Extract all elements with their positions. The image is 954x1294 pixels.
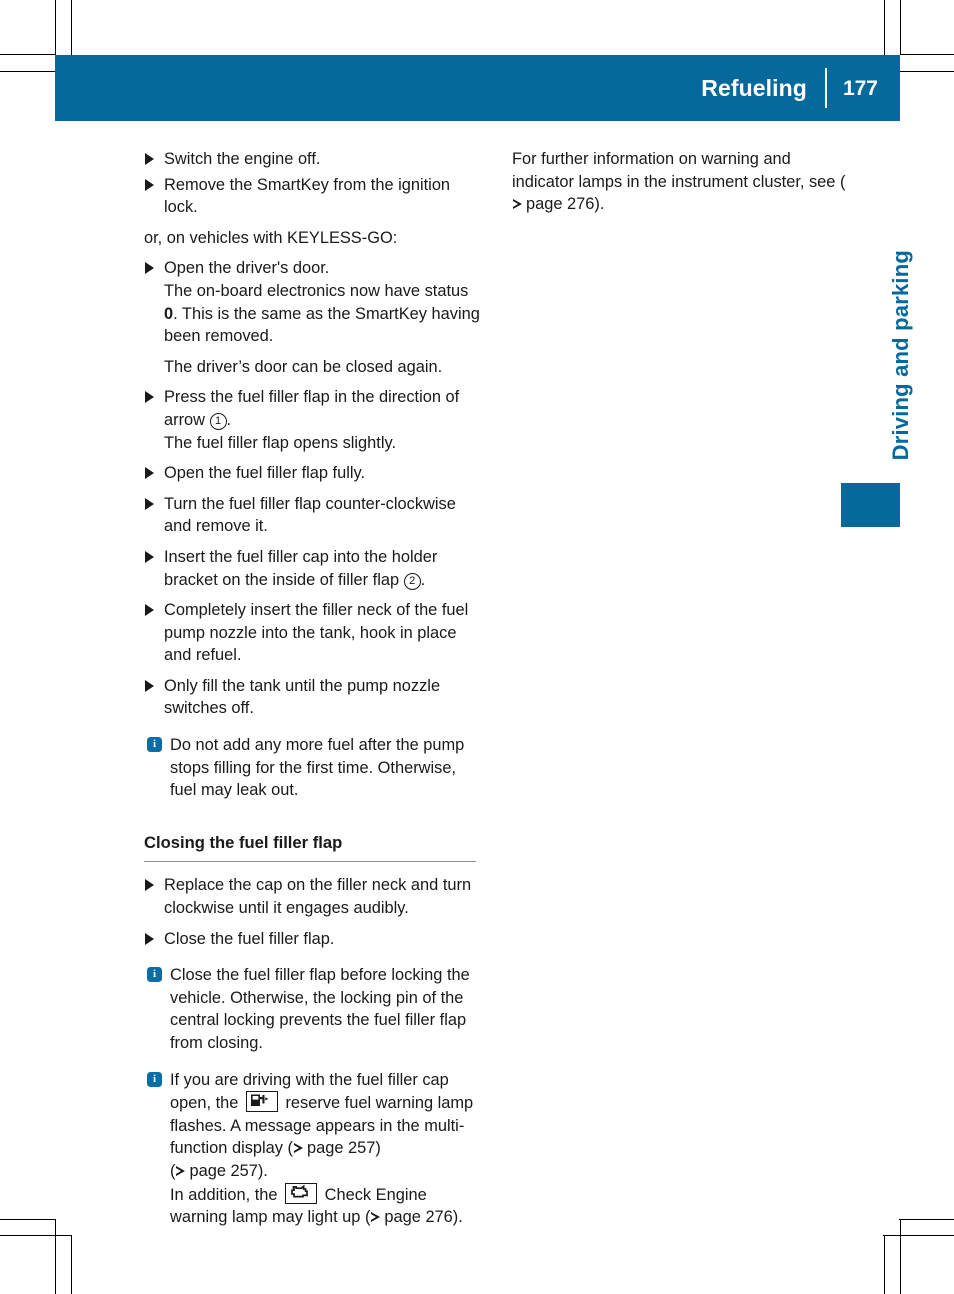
crop-mark-left-bottom-outer [0,1219,56,1220]
crop-mark-bottom-right-inner [884,1235,885,1294]
list-item-label: Switch the engine off. [164,150,321,168]
chapter-tab-marker [841,483,900,527]
page-reference-arrow-icon [176,1165,186,1177]
crop-mark-left-top-outer [0,54,55,55]
paragraph-text-post: ). [594,195,605,214]
triangle-bullet-icon [145,550,154,563]
right-column-paragraph: For further information on warning and i… [512,148,852,216]
list-item-label: Open the driver's door. [164,259,330,278]
crop-mark-right-top-inner [900,71,954,72]
page-reference-1: page 257 [307,1139,376,1158]
list-item-detail: The driver’s door can be closed again. [164,357,443,376]
list-item: Replace the cap on the filler neck and t… [144,874,482,919]
page-reference-arrow-icon [371,1212,381,1223]
triangle-bullet-icon [145,497,154,510]
list-item-label: Only fill the tank until the pump nozzle… [164,676,441,718]
page-reference: page 276 [526,195,595,214]
triangle-bullet-icon [145,879,154,892]
triangle-bullet-icon [145,391,154,404]
info-note-lamps: i If you are driving with the fuel fille… [144,1069,482,1160]
list-item-label-post: . [226,410,232,429]
list-item-label-post: . [420,570,426,589]
reserve-fuel-warning-lamp-icon [245,1091,278,1113]
paren-open: ( [170,1161,176,1180]
note-text-part-4: In addition, the [170,1185,283,1204]
info-icon: i [147,967,162,983]
note-text-part-6: ). [452,1208,463,1227]
crop-mark-right-bottom-outer [899,1219,954,1220]
check-engine-note: In addition, the Check Engine warning la… [144,1182,482,1229]
crop-mark-top-left-outer [55,0,56,55]
crop-mark-top-left-inner [71,0,72,55]
page-header-band: Refueling 177 [55,55,900,121]
list-item: Turn the fuel filler flap counter-clockw… [144,493,482,538]
list-item-label: Turn the fuel filler flap counter-clockw… [164,494,456,536]
triangle-bullet-icon [145,604,154,617]
crop-mark-top-right-outer [900,0,901,55]
list-item: Remove the SmartKey from the ignition lo… [144,174,482,219]
info-icon: i [147,1071,162,1087]
list-item: Open the fuel filler flap fully. [144,462,482,485]
list-item-label: Replace the cap on the filler neck and t… [164,876,472,918]
triangle-bullet-icon [145,178,154,191]
detail-text-post: . This is the same as the SmartKey havin… [164,304,480,346]
list-item-label: Close the fuel filler flap. [164,929,335,948]
info-note: i Do not add any more fuel after the pum… [144,734,482,802]
list-item: Insert the fuel filler cap into the hold… [144,546,482,591]
list-item: Completely insert the filler neck of the… [144,599,482,667]
list-item-detail: The on-board electronics now have status… [144,280,482,348]
paren-close: ). [257,1161,268,1180]
callout-marker-2: 2 [403,572,421,590]
list-item-label: Completely insert the filler neck of the… [164,601,469,665]
page-reference-3: page 276 [384,1208,453,1227]
list-item: Press the fuel filler flap in the direct… [144,386,482,431]
page-title: Refueling [701,74,807,101]
chapter-tab-label: Driving and parking [888,250,913,461]
list-item-label: Open the fuel filler flap fully. [164,464,366,483]
info-note: i Close the fuel filler flap before lock… [144,964,482,1054]
crop-mark-right-top-outer [900,54,954,55]
right-column: For further information on warning and i… [512,148,852,216]
crop-mark-left-top-inner [0,71,55,72]
crop-mark-left-bottom-inner [0,1235,72,1236]
list-item-label: Remove the SmartKey from the ignition lo… [164,175,451,217]
list-item: Switch the engine off. [144,148,482,171]
triangle-bullet-icon [145,932,154,945]
crop-mark-bottom-left-inner [71,1235,72,1294]
crop-mark-right-bottom-inner [883,1235,954,1236]
page-reference-arrow-icon [294,1143,303,1154]
triangle-bullet-icon [145,153,154,165]
list-item: Only fill the tank until the pump nozzle… [144,675,482,720]
list-item-label: Press the fuel filler flap in the direct… [164,388,460,429]
left-column: Switch the engine off. Remove the SmartK… [144,148,482,1229]
triangle-bullet-icon [145,467,154,480]
paragraph-text-pre: For further information on warning and i… [512,150,846,191]
status-value: 0 [164,304,174,323]
crop-mark-bottom-left-outer [55,1219,56,1294]
triangle-bullet-icon [145,679,154,692]
crop-mark-top-right-inner [884,0,885,55]
page-reference-2: page 257 [189,1161,258,1180]
keyless-intro-text: or, on vehicles with KEYLESS-GO: [144,228,398,247]
info-note-text: Do not add any more fuel after the pump … [170,736,465,800]
page-reference-arrow-icon [513,199,522,210]
info-icon: i [147,737,162,753]
triangle-bullet-icon [145,262,154,275]
detail-text-pre: The on-board electronics now have status [164,281,469,300]
list-item-detail: The fuel filler flap opens slightly. [164,433,397,452]
list-item: Open the driver's door. [144,257,482,280]
note-text-part-3: ) [375,1139,381,1158]
list-item: Close the fuel filler flap. [144,928,482,951]
check-engine-warning-lamp-icon [285,1182,318,1204]
crop-mark-bottom-right-outer [900,1219,901,1294]
info-note-text: Close the fuel filler flap before lockin… [170,966,470,1052]
callout-marker-1: 1 [209,412,227,430]
section-divider [144,861,476,863]
page-number: 177 [842,76,878,100]
section-heading: Closing the fuel filler flap [144,832,343,852]
page-reference-line: ( page 257). [144,1160,482,1183]
list-item-label: Insert the fuel filler cap into the hold… [164,547,438,589]
